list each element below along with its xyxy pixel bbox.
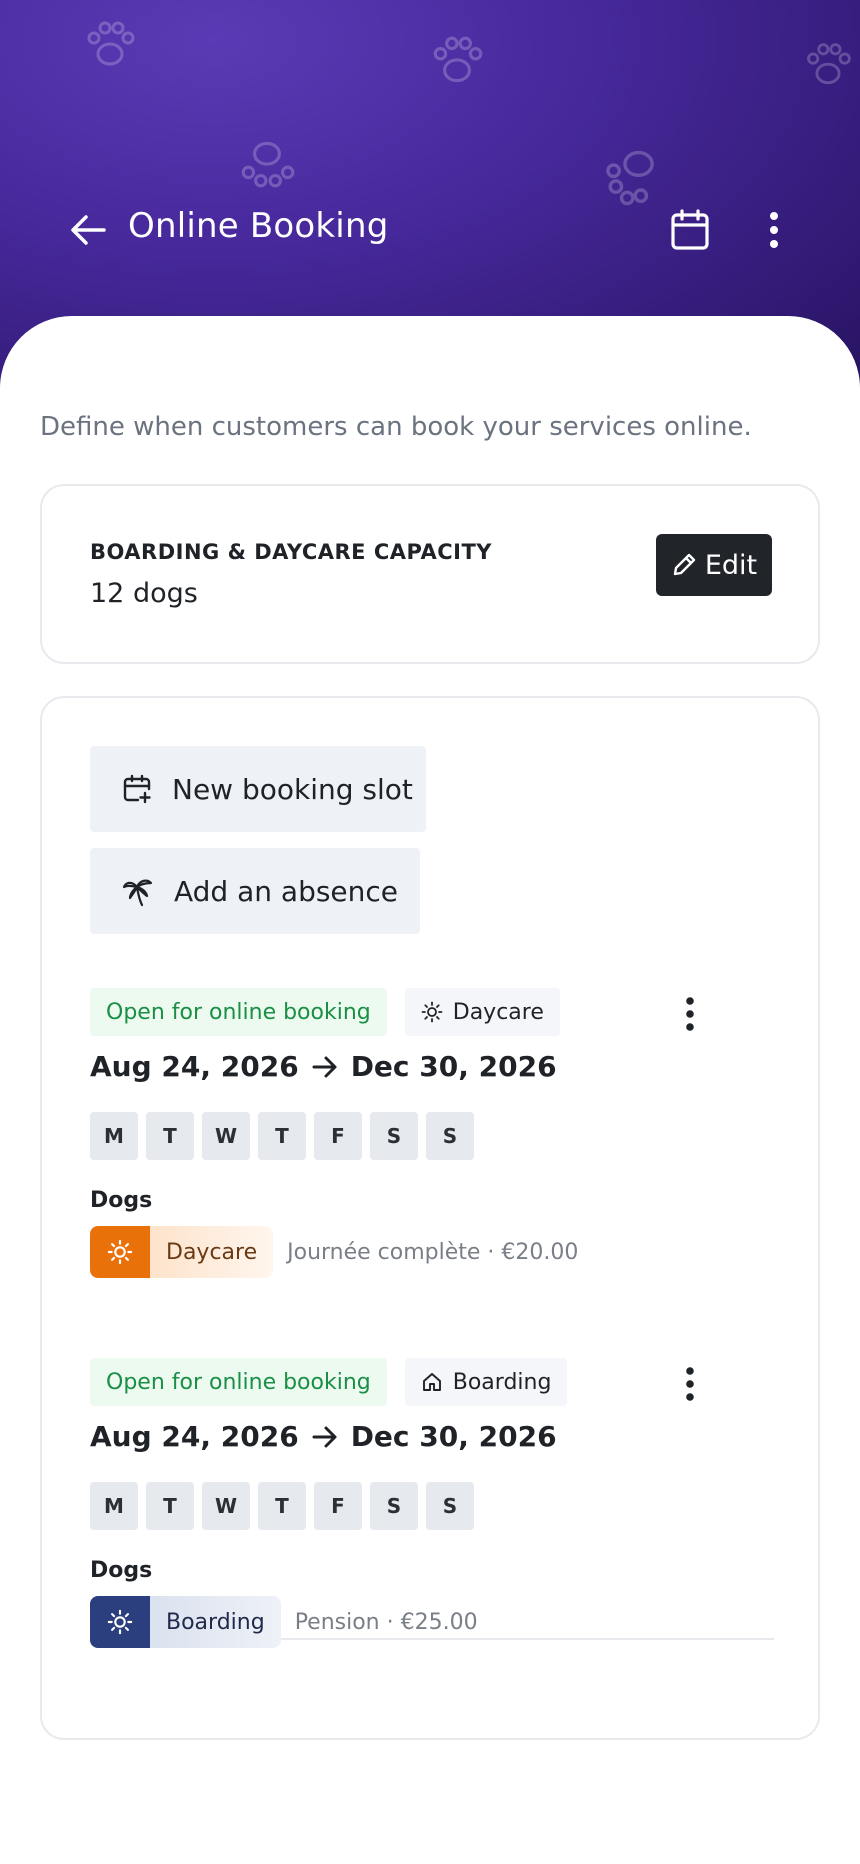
edit-capacity-button[interactable]: Edit bbox=[656, 534, 772, 596]
kebab-menu-icon bbox=[686, 1367, 694, 1401]
weekday-chip: T bbox=[146, 1482, 194, 1530]
date-from: Aug 24, 2026 bbox=[90, 1050, 299, 1083]
service-detail: Pension · €25.00 bbox=[294, 1609, 478, 1635]
pencil-icon bbox=[673, 553, 696, 576]
slot-options-button[interactable] bbox=[670, 992, 710, 1036]
new-booking-slot-label: New booking slot bbox=[172, 772, 413, 806]
calendar-plus-icon bbox=[123, 774, 151, 804]
kebab-menu-icon bbox=[686, 997, 694, 1031]
more-options-button[interactable] bbox=[758, 206, 790, 254]
edit-label: Edit bbox=[704, 549, 758, 581]
app-bar: Online Booking bbox=[0, 190, 860, 270]
booking-slots-card: New booking slot Add an absence Open for… bbox=[40, 696, 820, 1740]
service-type-label: Daycare bbox=[452, 999, 544, 1025]
weekday-list: M T W T F S S bbox=[90, 1112, 474, 1160]
sun-icon bbox=[421, 1001, 443, 1023]
sun-icon bbox=[90, 1226, 150, 1278]
weekday-chip: S bbox=[370, 1112, 418, 1160]
add-absence-label: Add an absence bbox=[174, 874, 399, 908]
slot-tags: Open for online booking Boarding bbox=[90, 1358, 568, 1406]
slot-tags: Open for online booking Daycare bbox=[90, 988, 560, 1036]
weekday-chip: T bbox=[146, 1112, 194, 1160]
capacity-card: BOARDING & DAYCARE CAPACITY 12 dogs Edit bbox=[40, 484, 820, 664]
weekday-chip: S bbox=[426, 1482, 474, 1530]
pet-type-label: Dogs bbox=[90, 1188, 153, 1213]
weekday-chip: T bbox=[258, 1112, 306, 1160]
service-row: Daycare Journée complète · €20.00 bbox=[90, 1226, 578, 1278]
status-badge: Open for online booking bbox=[90, 1358, 387, 1406]
date-from: Aug 24, 2026 bbox=[90, 1420, 299, 1453]
date-range: Aug 24, 2026 Dec 30, 2026 bbox=[90, 1050, 557, 1083]
weekday-chip: F bbox=[314, 1482, 362, 1530]
service-name: Boarding bbox=[150, 1596, 281, 1648]
intro-text: Define when customers can book your serv… bbox=[40, 412, 752, 442]
weekday-chip: W bbox=[202, 1112, 250, 1160]
service-type-label: Boarding bbox=[452, 1369, 552, 1395]
weekday-chip: T bbox=[258, 1482, 306, 1530]
capacity-value: 12 dogs bbox=[90, 578, 198, 609]
service-row: Boarding Pension · €25.00 bbox=[90, 1596, 478, 1648]
service-name: Daycare bbox=[150, 1226, 274, 1278]
weekday-chip: S bbox=[370, 1482, 418, 1530]
paw-print-icon bbox=[241, 141, 295, 188]
page-title: Online Booking bbox=[128, 206, 389, 246]
calendar-button[interactable] bbox=[666, 206, 714, 254]
weekday-chip: S bbox=[426, 1112, 474, 1160]
slot-options-button[interactable] bbox=[670, 1362, 710, 1406]
weekday-chip: M bbox=[90, 1482, 138, 1530]
weekday-chip: F bbox=[314, 1112, 362, 1160]
arrow-right-icon bbox=[312, 1426, 337, 1447]
paw-print-icon bbox=[433, 36, 483, 83]
arrow-right-icon bbox=[312, 1056, 337, 1077]
weekday-chip: M bbox=[90, 1112, 138, 1160]
service-detail: Journée complète · €20.00 bbox=[287, 1239, 579, 1265]
house-icon bbox=[422, 1373, 441, 1391]
back-button[interactable] bbox=[64, 208, 112, 252]
date-range: Aug 24, 2026 Dec 30, 2026 bbox=[90, 1420, 557, 1453]
service-type-badge: Daycare bbox=[404, 988, 560, 1036]
pet-type-label: Dogs bbox=[90, 1558, 153, 1583]
new-booking-slot-button[interactable]: New booking slot bbox=[90, 746, 426, 832]
palm-tree-icon bbox=[122, 879, 153, 907]
status-badge: Open for online booking bbox=[90, 988, 387, 1036]
service-type-badge: Boarding bbox=[404, 1358, 568, 1406]
service-pill: Daycare bbox=[90, 1226, 274, 1278]
paw-print-icon bbox=[807, 43, 851, 85]
date-to: Dec 30, 2026 bbox=[350, 1420, 557, 1453]
service-pill: Boarding bbox=[90, 1596, 281, 1648]
weekday-list: M T W T F S S bbox=[90, 1482, 474, 1530]
calendar-icon bbox=[671, 209, 709, 250]
add-absence-button[interactable]: Add an absence bbox=[90, 848, 420, 934]
kebab-menu-icon bbox=[770, 212, 778, 248]
paw-print-icon bbox=[87, 21, 135, 66]
capacity-label: BOARDING & DAYCARE CAPACITY bbox=[90, 540, 492, 564]
sun-icon bbox=[90, 1596, 150, 1648]
weekday-chip: W bbox=[202, 1482, 250, 1530]
date-to: Dec 30, 2026 bbox=[350, 1050, 557, 1083]
arrow-left-icon bbox=[71, 215, 106, 245]
content-sheet: Define when customers can book your serv… bbox=[0, 316, 860, 1864]
